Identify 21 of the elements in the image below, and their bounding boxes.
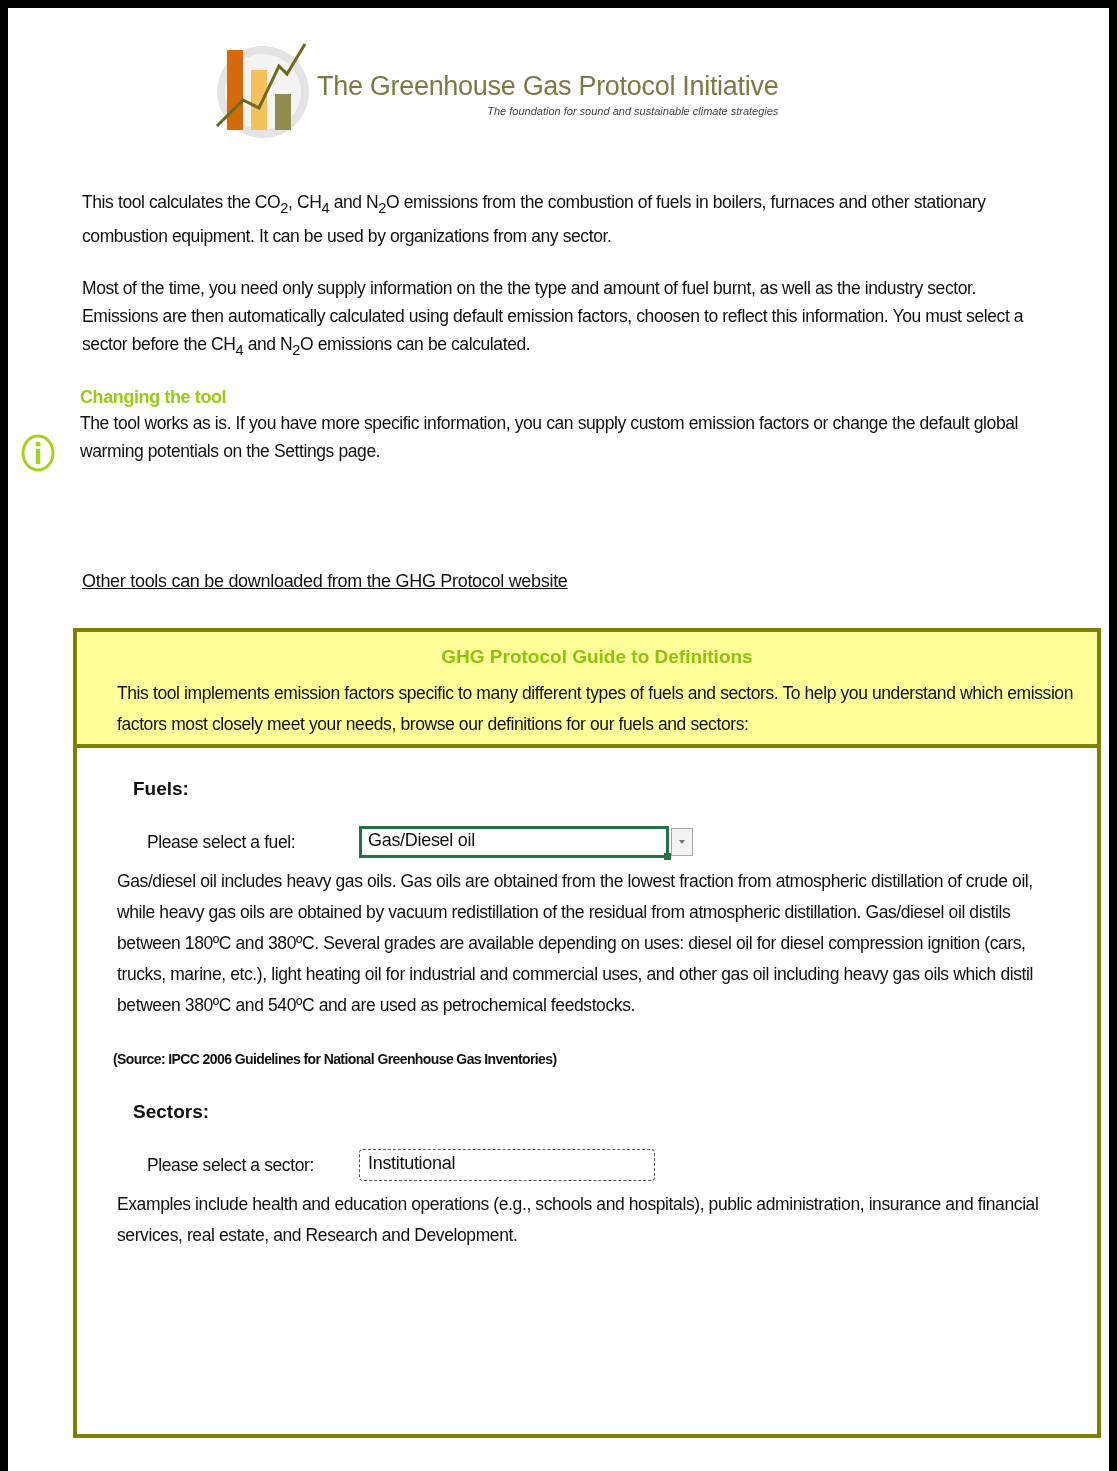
definition-text: Gas/diesel oil includes heavy gas oils. Gas oils are obtained from the lowest fraction from atmospheric distillation of crude oil, while heavy gas oils are obtained by vacuum redistillation of the residual from atmospheric distillation. Gas/diesel oil distils between 180ºC and 380ºC. Several grades are available depending on uses: diesel oil for diesel compression ignition (cars, trucks, marine, etc.), light heating oil for industrial and commercial uses, and other gas oil including heavy gas oils which distil between 380ºC and 540ºC and are used as petrochemical feedstocks. <box>117 870 1034 1017</box>
select-field[interactable]: Gas/Diesel oil <box>359 826 669 858</box>
section-heading: Changing the tool <box>80 386 228 409</box>
field-label: Please select a sector: <box>147 1154 315 1176</box>
field-label: Please select a fuel: <box>147 831 297 853</box>
tagline: The foundation for sound and sustainable climate strategies <box>487 105 779 117</box>
caret-icon <box>678 839 686 845</box>
intro-paragraph: This tool calculates the CO$_{2}$, CH$_{4}$ and N$_{2}$O emissions from the combustion of fuels in boilers, furnaces and other stationary combustion equipment. It can be used by organizations from any sector. <box>82 191 987 248</box>
note-paragraph: The tool works as is. If you have more specific information, you can supply custom emission factors or change the default global warming potentials on the Settings page. <box>80 412 1020 463</box>
section-heading: Fuels: <box>133 778 190 800</box>
intro-paragraph: Most of the time, you need only supply information on the the type and amount of fuel burnt, as well as the industry sector. Emissions are then automatically calculated using default emission factors, choosen to reflect this information. You must select a sector before the CH$_{4}$ and N$_{2}$O emissions can be calculated. <box>82 276 1025 359</box>
section-heading: Sectors: <box>133 1101 211 1123</box>
dropdown-button[interactable] <box>671 828 693 856</box>
source-note: (Source: IPCC 2006 Guidelines for National Greenhouse Gas Inventories) <box>113 1051 558 1067</box>
info-icon <box>20 433 56 473</box>
organization-title: The Greenhouse Gas Protocol Initiative <box>317 71 779 102</box>
panel-title: GHG Protocol Guide to Definitions <box>440 646 754 668</box>
website-link[interactable]: Other tools can be downloaded from the GHG Protocol website <box>82 571 568 592</box>
panel-description: This tool implements emission factors specific to many different types of fuels and sectors. To help you understand which emission factors most closely meet your needs, browse our definitions for our fuels and sectors: <box>117 682 1075 736</box>
select-field[interactable]: Institutional <box>359 1149 655 1181</box>
definition-text: Examples include health and education operations (e.g., schools and hospitals), public administration, insurance and financial services, real estate, and Research and Development. <box>117 1193 1040 1247</box>
